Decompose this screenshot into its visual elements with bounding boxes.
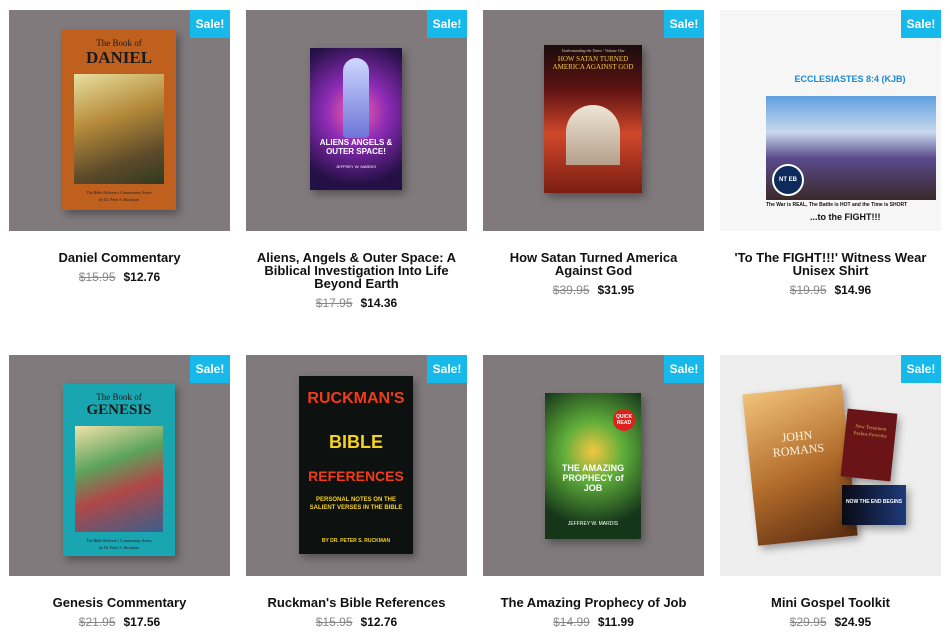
quick-read-badge: QUICK READ [613, 409, 635, 431]
product-card[interactable]: The Book of DANIEL The Bible Believer's … [9, 10, 230, 284]
sale-badge: Sale! [901, 355, 941, 383]
sale-badge: Sale! [427, 355, 467, 383]
product-title[interactable]: Mini Gospel Toolkit [720, 596, 941, 609]
product-title[interactable]: Aliens, Angels & Outer Space: A Biblical… [246, 251, 467, 290]
regular-price: $19.95 [789, 283, 827, 297]
sale-price: $24.95 [834, 615, 872, 629]
product-card[interactable]: ECCLESIASTES 8:4 (KJB) NT EB The War is … [720, 10, 941, 297]
product-title[interactable]: Ruckman's Bible References [246, 596, 467, 609]
book-cover: RUCKMAN'S BIBLE REFERENCES PERSONAL NOTE… [299, 376, 413, 554]
sale-price: $14.96 [834, 283, 872, 297]
product-card[interactable]: ALIENS ANGELS & OUTER SPACE! JEFFREY W. … [246, 10, 467, 310]
product-title[interactable]: 'To The FIGHT!!!' Witness Wear Unisex Sh… [720, 251, 941, 277]
shirt-graphic: NT EB [766, 96, 936, 200]
book-cover: The Book of GENESIS The Bible Believer's… [63, 384, 175, 556]
product-title[interactable]: The Amazing Prophecy of Job [483, 596, 704, 609]
ntebadge-icon: NT EB [772, 164, 804, 196]
product-title[interactable]: Daniel Commentary [9, 251, 230, 264]
sale-badge: Sale! [190, 10, 230, 38]
price: $19.95 $14.96 [720, 283, 941, 297]
sale-badge: Sale! [664, 10, 704, 38]
price: $15.95 $12.76 [9, 270, 230, 284]
shirt-verse: ECCLESIASTES 8:4 (KJB) [794, 74, 906, 84]
book-cover: ALIENS ANGELS & OUTER SPACE! JEFFREY W. … [310, 48, 402, 190]
product-image[interactable]: Understanding the Times - Volume One HOW… [483, 10, 704, 231]
price: $21.95 $17.56 [9, 615, 230, 629]
sale-price: $14.36 [360, 296, 398, 310]
product-card[interactable]: The Book of GENESIS The Bible Believer's… [9, 355, 230, 629]
sale-price: $12.76 [360, 615, 398, 629]
sale-badge: Sale! [664, 355, 704, 383]
cover-illustration [74, 74, 164, 184]
price: $39.95 $31.95 [483, 283, 704, 297]
sale-price: $17.56 [123, 615, 161, 629]
regular-price: $29.95 [789, 615, 827, 629]
product-title[interactable]: How Satan Turned America Against God [483, 251, 704, 277]
book-cover: The Book of DANIEL The Bible Believer's … [62, 30, 176, 210]
product-image[interactable]: The Book of GENESIS The Bible Believer's… [9, 355, 230, 576]
price: $14.99 $11.99 [483, 615, 704, 629]
product-image[interactable]: ALIENS ANGELS & OUTER SPACE! JEFFREY W. … [246, 10, 467, 231]
product-image[interactable]: RUCKMAN'S BIBLE REFERENCES PERSONAL NOTE… [246, 355, 467, 576]
price: $15.95 $12.76 [246, 615, 467, 629]
capitol-building [566, 105, 620, 165]
regular-price: $17.95 [315, 296, 353, 310]
tract-card: NOW THE END BEGINS [842, 485, 906, 525]
sale-price: $12.76 [123, 270, 161, 284]
shirt-line2: ...to the FIGHT!!! [810, 212, 881, 222]
regular-price: $39.95 [552, 283, 590, 297]
sale-badge: Sale! [190, 355, 230, 383]
sale-price: $11.99 [597, 615, 634, 629]
regular-price: $15.95 [315, 615, 353, 629]
book-cover: Understanding the Times - Volume One HOW… [544, 45, 642, 193]
product-image[interactable]: QUICK READ THE AMAZING PROPHECY of JOB J… [483, 355, 704, 576]
regular-price: $15.95 [78, 270, 116, 284]
product-image[interactable]: ECCLESIASTES 8:4 (KJB) NT EB The War is … [720, 10, 941, 231]
regular-price: $14.99 [553, 615, 590, 629]
product-card[interactable]: JOHN ROMANS New Testament Psalms Proverb… [720, 355, 941, 629]
sale-badge: Sale! [427, 10, 467, 38]
shirt-line1: The War is REAL, The Battle is HOT and t… [766, 202, 908, 208]
new-testament: New Testament Psalms Proverbs [840, 408, 898, 482]
alien-figure [343, 58, 369, 138]
regular-price: $21.95 [78, 615, 116, 629]
product-image[interactable]: JOHN ROMANS New Testament Psalms Proverb… [720, 355, 941, 576]
price: $29.95 $24.95 [720, 615, 941, 629]
price: $17.95 $14.36 [246, 296, 467, 310]
book-cover: QUICK READ THE AMAZING PROPHECY of JOB J… [545, 393, 641, 539]
product-card[interactable]: RUCKMAN'S BIBLE REFERENCES PERSONAL NOTE… [246, 355, 467, 629]
product-card[interactable]: QUICK READ THE AMAZING PROPHECY of JOB J… [483, 355, 704, 629]
sale-price: $31.95 [597, 283, 635, 297]
product-title[interactable]: Genesis Commentary [9, 596, 230, 609]
cover-illustration [75, 426, 163, 532]
product-card[interactable]: Understanding the Times - Volume One HOW… [483, 10, 704, 297]
gospel-booklet: JOHN ROMANS [742, 384, 858, 546]
sale-badge: Sale! [901, 10, 941, 38]
product-image[interactable]: The Book of DANIEL The Bible Believer's … [9, 10, 230, 231]
